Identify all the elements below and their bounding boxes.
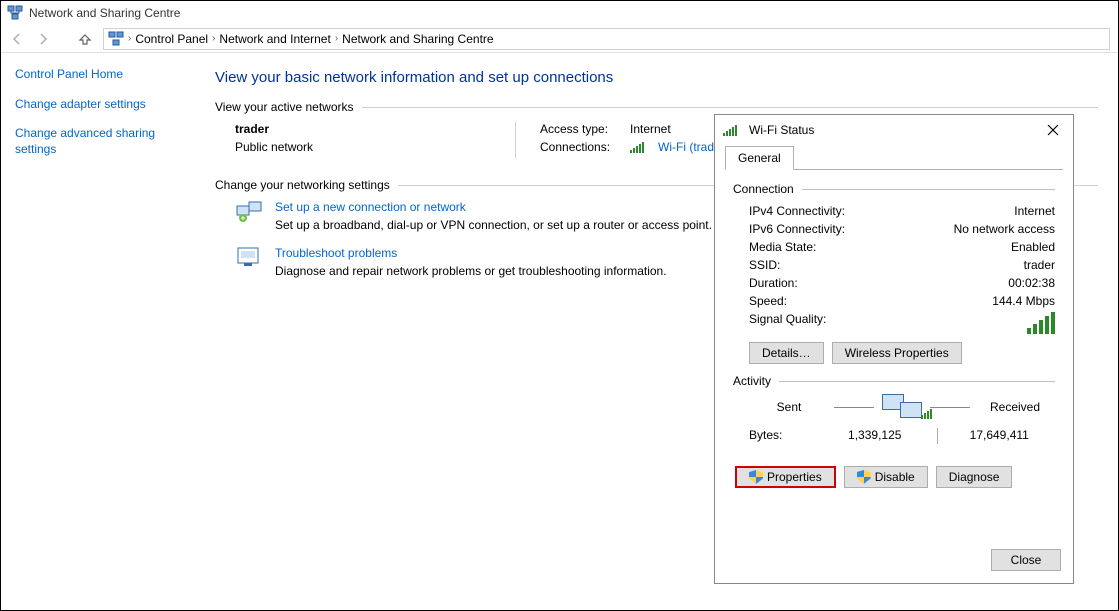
setup-connection-desc: Set up a broadband, dial-up or VPN conne…	[275, 218, 712, 232]
troubleshoot-icon	[235, 246, 263, 268]
activity-group-label: Activity	[733, 374, 771, 388]
page-title: View your basic network information and …	[215, 69, 1098, 86]
divider	[802, 189, 1055, 190]
address-bar[interactable]: › Control Panel › Network and Internet ›…	[103, 28, 1110, 50]
divider	[779, 381, 1055, 382]
sidebar-home-link[interactable]: Control Panel Home	[15, 67, 197, 83]
bytes-label: Bytes:	[749, 428, 819, 444]
wifi-signal-icon	[630, 141, 644, 153]
up-button[interactable]	[77, 31, 93, 47]
new-connection-icon	[235, 200, 263, 222]
media-state-label: Media State:	[749, 240, 816, 254]
window-title: Network and Sharing Centre	[29, 6, 180, 20]
ipv4-label: IPv4 Connectivity:	[749, 204, 845, 218]
sidebar-link-adapter[interactable]: Change adapter settings	[15, 97, 197, 113]
breadcrumb-network-internet[interactable]: Network and Internet	[219, 32, 330, 46]
breadcrumb-control-panel[interactable]: Control Panel	[135, 32, 208, 46]
chevron-right-icon: ›	[335, 33, 338, 44]
divider	[834, 407, 874, 408]
network-type: Public network	[235, 140, 515, 154]
network-center-icon	[108, 31, 124, 47]
group-active-networks-label: View your active networks	[215, 100, 354, 114]
signal-quality-icon	[1027, 312, 1055, 334]
sidebar-link-sharing[interactable]: Change advanced sharing settings	[15, 126, 197, 157]
signal-quality-label: Signal Quality:	[749, 312, 826, 334]
close-button[interactable]	[1041, 118, 1065, 142]
connection-group-label: Connection	[733, 182, 794, 196]
network-center-icon	[7, 5, 23, 21]
media-state-value: Enabled	[1011, 240, 1055, 254]
disable-button-label: Disable	[875, 470, 915, 484]
wifi-signal-icon	[723, 124, 737, 136]
forward-button[interactable]	[35, 31, 51, 47]
close-dialog-button[interactable]: Close	[991, 549, 1061, 571]
tab-general[interactable]: General	[725, 146, 794, 170]
window-titlebar: Network and Sharing Centre	[1, 1, 1118, 25]
access-type-value: Internet	[630, 122, 671, 136]
wifi-status-dialog: Wi-Fi Status General Connection IPv4 Con…	[714, 114, 1074, 584]
received-label: Received	[975, 400, 1055, 414]
chevron-right-icon: ›	[212, 33, 215, 44]
divider	[362, 107, 1098, 108]
disable-button[interactable]: Disable	[844, 466, 928, 488]
network-name: trader	[235, 122, 515, 136]
ipv6-value: No network access	[954, 222, 1055, 236]
properties-button-label: Properties	[767, 470, 822, 484]
setup-connection-link[interactable]: Set up a new connection or network	[275, 200, 712, 214]
connections-label: Connections:	[540, 140, 620, 154]
ssid-label: SSID:	[749, 258, 780, 272]
duration-label: Duration:	[749, 276, 798, 290]
speed-label: Speed:	[749, 294, 787, 308]
activity-computers-icon	[880, 394, 924, 420]
wireless-properties-button[interactable]: Wireless Properties	[832, 342, 962, 364]
group-settings-label: Change your networking settings	[215, 178, 390, 192]
diagnose-button[interactable]: Diagnose	[936, 466, 1013, 488]
chevron-right-icon: ›	[128, 33, 131, 44]
navigation-bar: › Control Panel › Network and Internet ›…	[1, 25, 1118, 53]
duration-value: 00:02:38	[1008, 276, 1055, 290]
troubleshoot-desc: Diagnose and repair network problems or …	[275, 264, 667, 278]
ssid-value: trader	[1024, 258, 1055, 272]
sidebar: Control Panel Home Change adapter settin…	[1, 53, 211, 610]
divider	[930, 407, 970, 408]
troubleshoot-link[interactable]: Troubleshoot problems	[275, 246, 667, 260]
ipv4-value: Internet	[1014, 204, 1055, 218]
bytes-received-value: 17,649,411	[944, 428, 1056, 444]
back-button[interactable]	[9, 31, 25, 47]
breadcrumb-current[interactable]: Network and Sharing Centre	[342, 32, 493, 46]
bytes-sent-value: 1,339,125	[819, 428, 931, 444]
properties-button[interactable]: Properties	[735, 466, 836, 488]
speed-value: 144.4 Mbps	[992, 294, 1055, 308]
divider	[937, 428, 938, 444]
details-button[interactable]: Details…	[749, 342, 824, 364]
shield-icon	[749, 470, 763, 484]
ipv6-label: IPv6 Connectivity:	[749, 222, 845, 236]
sent-label: Sent	[749, 400, 829, 414]
access-type-label: Access type:	[540, 122, 620, 136]
dialog-title: Wi-Fi Status	[749, 123, 814, 137]
shield-icon	[857, 470, 871, 484]
